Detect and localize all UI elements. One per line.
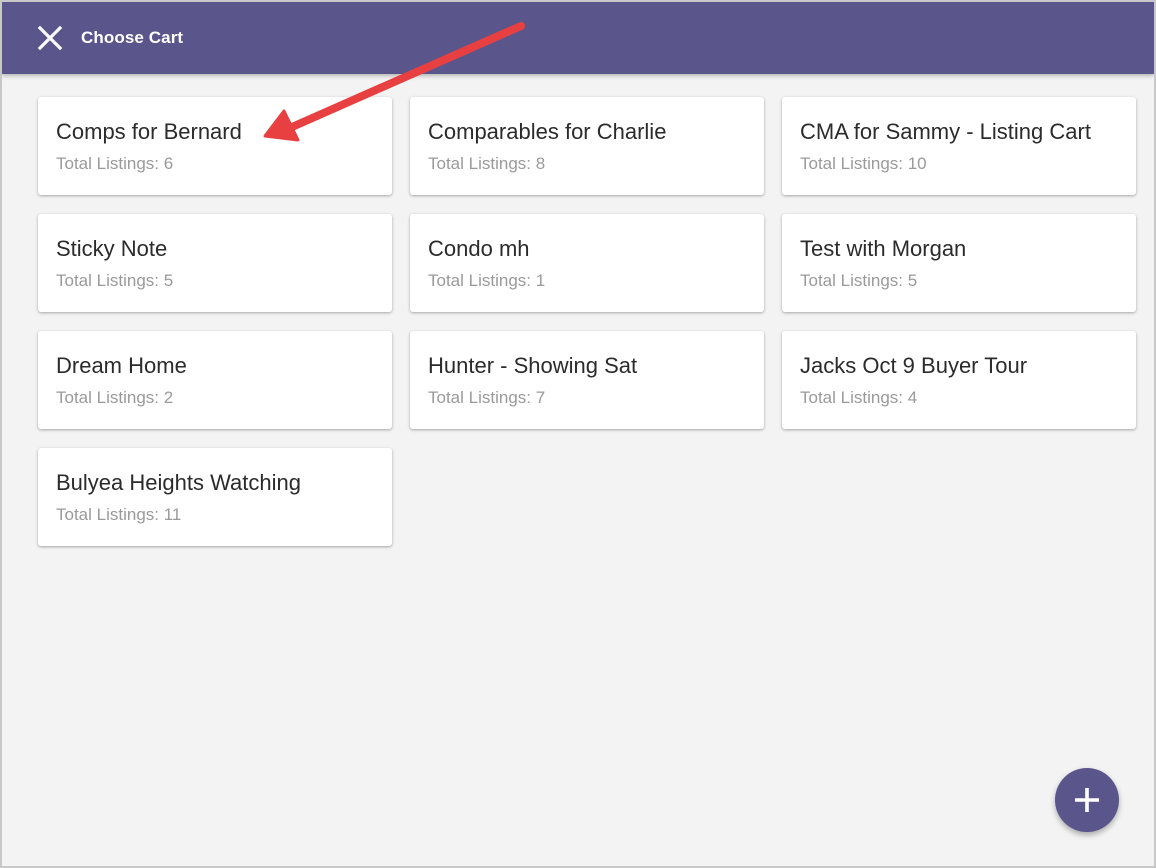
cart-name: Sticky Note [56,236,168,261]
cart-card[interactable]: Sticky Note Total Listings: 5 [38,214,392,312]
cart-listing-count: Total Listings: 7 [428,388,546,407]
cart-card[interactable]: Bulyea Heights Watching Total Listings: … [38,448,392,546]
cart-name: CMA for Sammy - Listing Cart [800,119,1091,144]
cart-name: Comparables for Charlie [428,119,667,144]
close-icon [37,25,63,51]
app-header: Choose Cart [2,2,1154,74]
cart-listing-count: Total Listings: 5 [56,271,174,290]
cart-listing-count: Total Listings: 2 [56,388,174,407]
cart-card[interactable]: Hunter - Showing Sat Total Listings: 7 [410,331,764,429]
cart-listing-count: Total Listings: 10 [800,154,927,173]
cart-name: Comps for Bernard [56,119,242,144]
cart-listing-count: Total Listings: 1 [428,271,546,290]
cart-listing-count: Total Listings: 6 [56,154,174,173]
cart-name: Dream Home [56,353,187,378]
cart-card[interactable]: Comparables for Charlie Total Listings: … [410,97,764,195]
cart-card[interactable]: Test with Morgan Total Listings: 5 [782,214,1136,312]
cart-card[interactable]: Jacks Oct 9 Buyer Tour Total Listings: 4 [782,331,1136,429]
cart-card[interactable]: Dream Home Total Listings: 2 [38,331,392,429]
cart-name: Test with Morgan [800,236,967,261]
cart-name: Hunter - Showing Sat [428,353,638,378]
cart-name: Bulyea Heights Watching [56,470,301,495]
add-cart-button[interactable] [1055,768,1119,832]
cart-name: Jacks Oct 9 Buyer Tour [800,353,1028,378]
cart-grid: Comps for Bernard Total Listings: 6 Comp… [38,97,1138,546]
app-window: Choose Cart Comps for Bernard Total List… [0,0,1156,868]
cart-card[interactable]: CMA for Sammy - Listing Cart Total Listi… [782,97,1136,195]
cart-listing-count: Total Listings: 5 [800,271,918,290]
page-title: Choose Cart [81,28,184,47]
plus-icon [1075,788,1099,812]
cart-listing-count: Total Listings: 11 [56,505,182,524]
cart-card[interactable]: Condo mh Total Listings: 1 [410,214,764,312]
cart-name: Condo mh [428,236,530,261]
cart-card[interactable]: Comps for Bernard Total Listings: 6 [38,97,392,195]
close-button[interactable] [32,20,68,56]
cart-listing-count: Total Listings: 4 [800,388,918,407]
cart-listing-count: Total Listings: 8 [428,154,546,173]
